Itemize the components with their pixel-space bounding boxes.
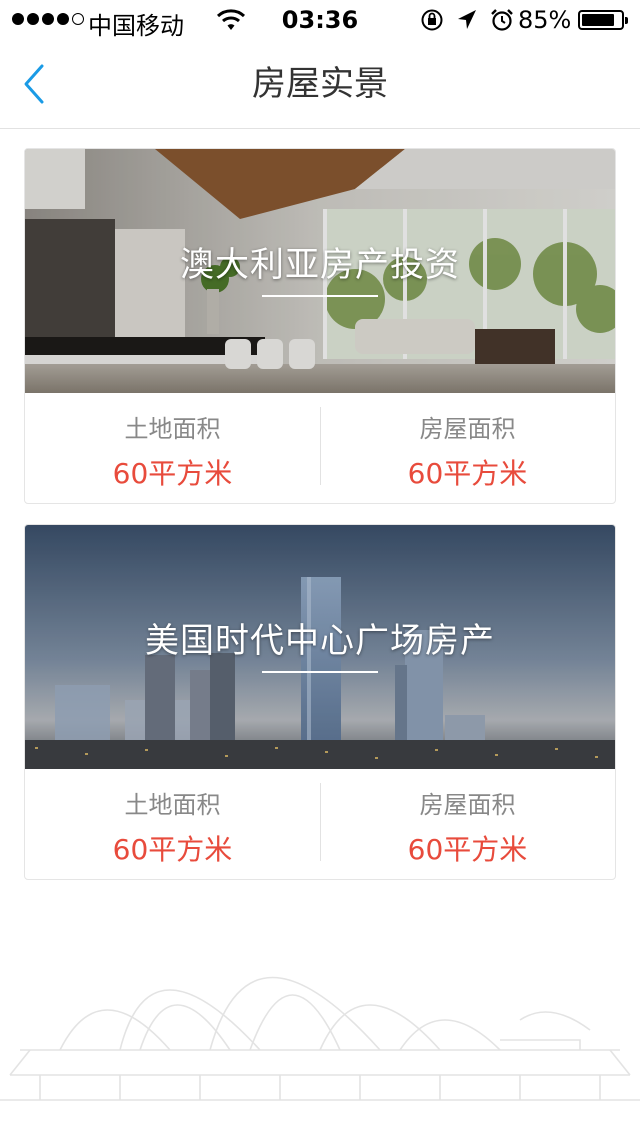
property-title: 澳大利亚房产投资 bbox=[180, 245, 460, 285]
property-card[interactable]: 澳大利亚房产投资 土地面积 60平方米 房屋面积 60平方米 bbox=[24, 148, 616, 504]
battery-icon bbox=[578, 10, 628, 30]
land-area-stat: 土地面积 60平方米 bbox=[25, 769, 320, 879]
property-stats: 土地面积 60平方米 房屋面积 60平方米 bbox=[25, 769, 615, 879]
property-card[interactable]: 美国时代中心广场房产 土地面积 60平方米 房屋面积 60平方米 bbox=[24, 524, 616, 880]
battery-percent: 85% bbox=[518, 6, 572, 34]
page-title: 房屋实景 bbox=[252, 64, 388, 104]
status-bar: 中国移动 03:36 85% bbox=[0, 0, 640, 40]
location-arrow-icon bbox=[456, 8, 478, 38]
stat-value: 60平方米 bbox=[112, 833, 233, 866]
property-photo-interior: 澳大利亚房产投资 bbox=[25, 149, 615, 393]
land-area-stat: 土地面积 60平方米 bbox=[25, 393, 320, 503]
stat-label: 房屋面积 bbox=[419, 415, 516, 443]
title-underline bbox=[262, 671, 378, 673]
property-title: 美国时代中心广场房产 bbox=[145, 621, 495, 661]
alarm-icon bbox=[490, 8, 514, 38]
stat-value: 60平方米 bbox=[407, 457, 528, 490]
opera-house-illustration bbox=[0, 900, 640, 1136]
stat-value: 60平方米 bbox=[112, 457, 233, 490]
title-underline bbox=[262, 295, 378, 297]
property-photo-skyline: 美国时代中心广场房产 bbox=[25, 525, 615, 769]
house-area-stat: 房屋面积 60平方米 bbox=[320, 393, 615, 503]
stat-label: 房屋面积 bbox=[419, 791, 516, 819]
stat-value: 60平方米 bbox=[407, 833, 528, 866]
house-area-stat: 房屋面积 60平方米 bbox=[320, 769, 615, 879]
stat-label: 土地面积 bbox=[124, 791, 221, 819]
navigation-bar: 房屋实景 bbox=[0, 40, 640, 129]
orientation-lock-icon bbox=[420, 8, 444, 38]
property-stats: 土地面积 60平方米 房屋面积 60平方米 bbox=[25, 393, 615, 503]
stat-label: 土地面积 bbox=[124, 415, 221, 443]
